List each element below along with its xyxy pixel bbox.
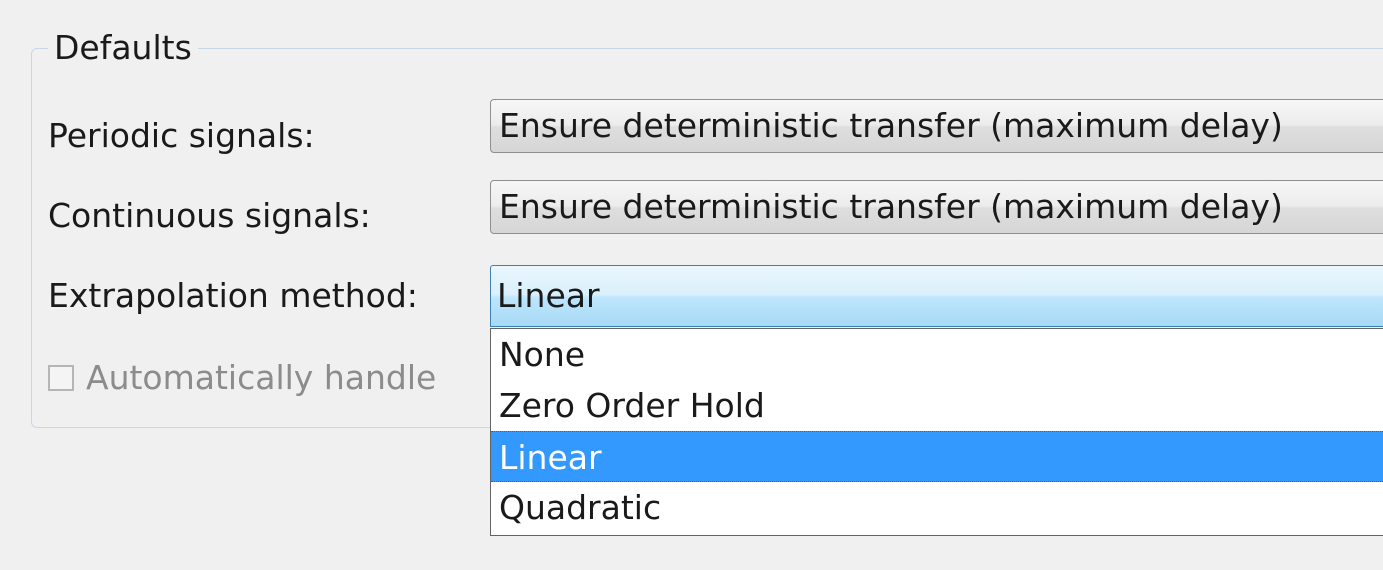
continuous-signals-label: Continuous signals: [48,196,371,235]
periodic-signals-label: Periodic signals: [48,116,315,155]
extrapolation-method-value: Linear [497,276,600,315]
extrapolation-method-combo[interactable]: Linear [490,265,1383,327]
periodic-signals-value: Ensure deterministic transfer (maximum d… [499,106,1283,145]
dropdown-option-none[interactable]: None [491,329,1383,380]
dropdown-option-linear[interactable]: Linear [491,431,1383,482]
defaults-panel: Defaults Periodic signals: Ensure determ… [0,0,1383,570]
periodic-signals-combo[interactable]: Ensure deterministic transfer (maximum d… [490,99,1383,153]
groupbox-title: Defaults [48,26,198,70]
continuous-signals-combo[interactable]: Ensure deterministic transfer (maximum d… [490,180,1383,234]
extrapolation-dropdown-list: None Zero Order Hold Linear Quadratic [490,328,1383,536]
auto-handle-checkbox-row: Automatically handle [48,356,436,400]
auto-handle-label: Automatically handle [86,358,437,397]
dropdown-option-zero-order-hold[interactable]: Zero Order Hold [491,380,1383,431]
continuous-signals-value: Ensure deterministic transfer (maximum d… [499,187,1283,226]
extrapolation-method-label: Extrapolation method: [48,276,418,315]
auto-handle-checkbox[interactable] [48,365,74,391]
dropdown-option-quadratic[interactable]: Quadratic [491,482,1383,533]
